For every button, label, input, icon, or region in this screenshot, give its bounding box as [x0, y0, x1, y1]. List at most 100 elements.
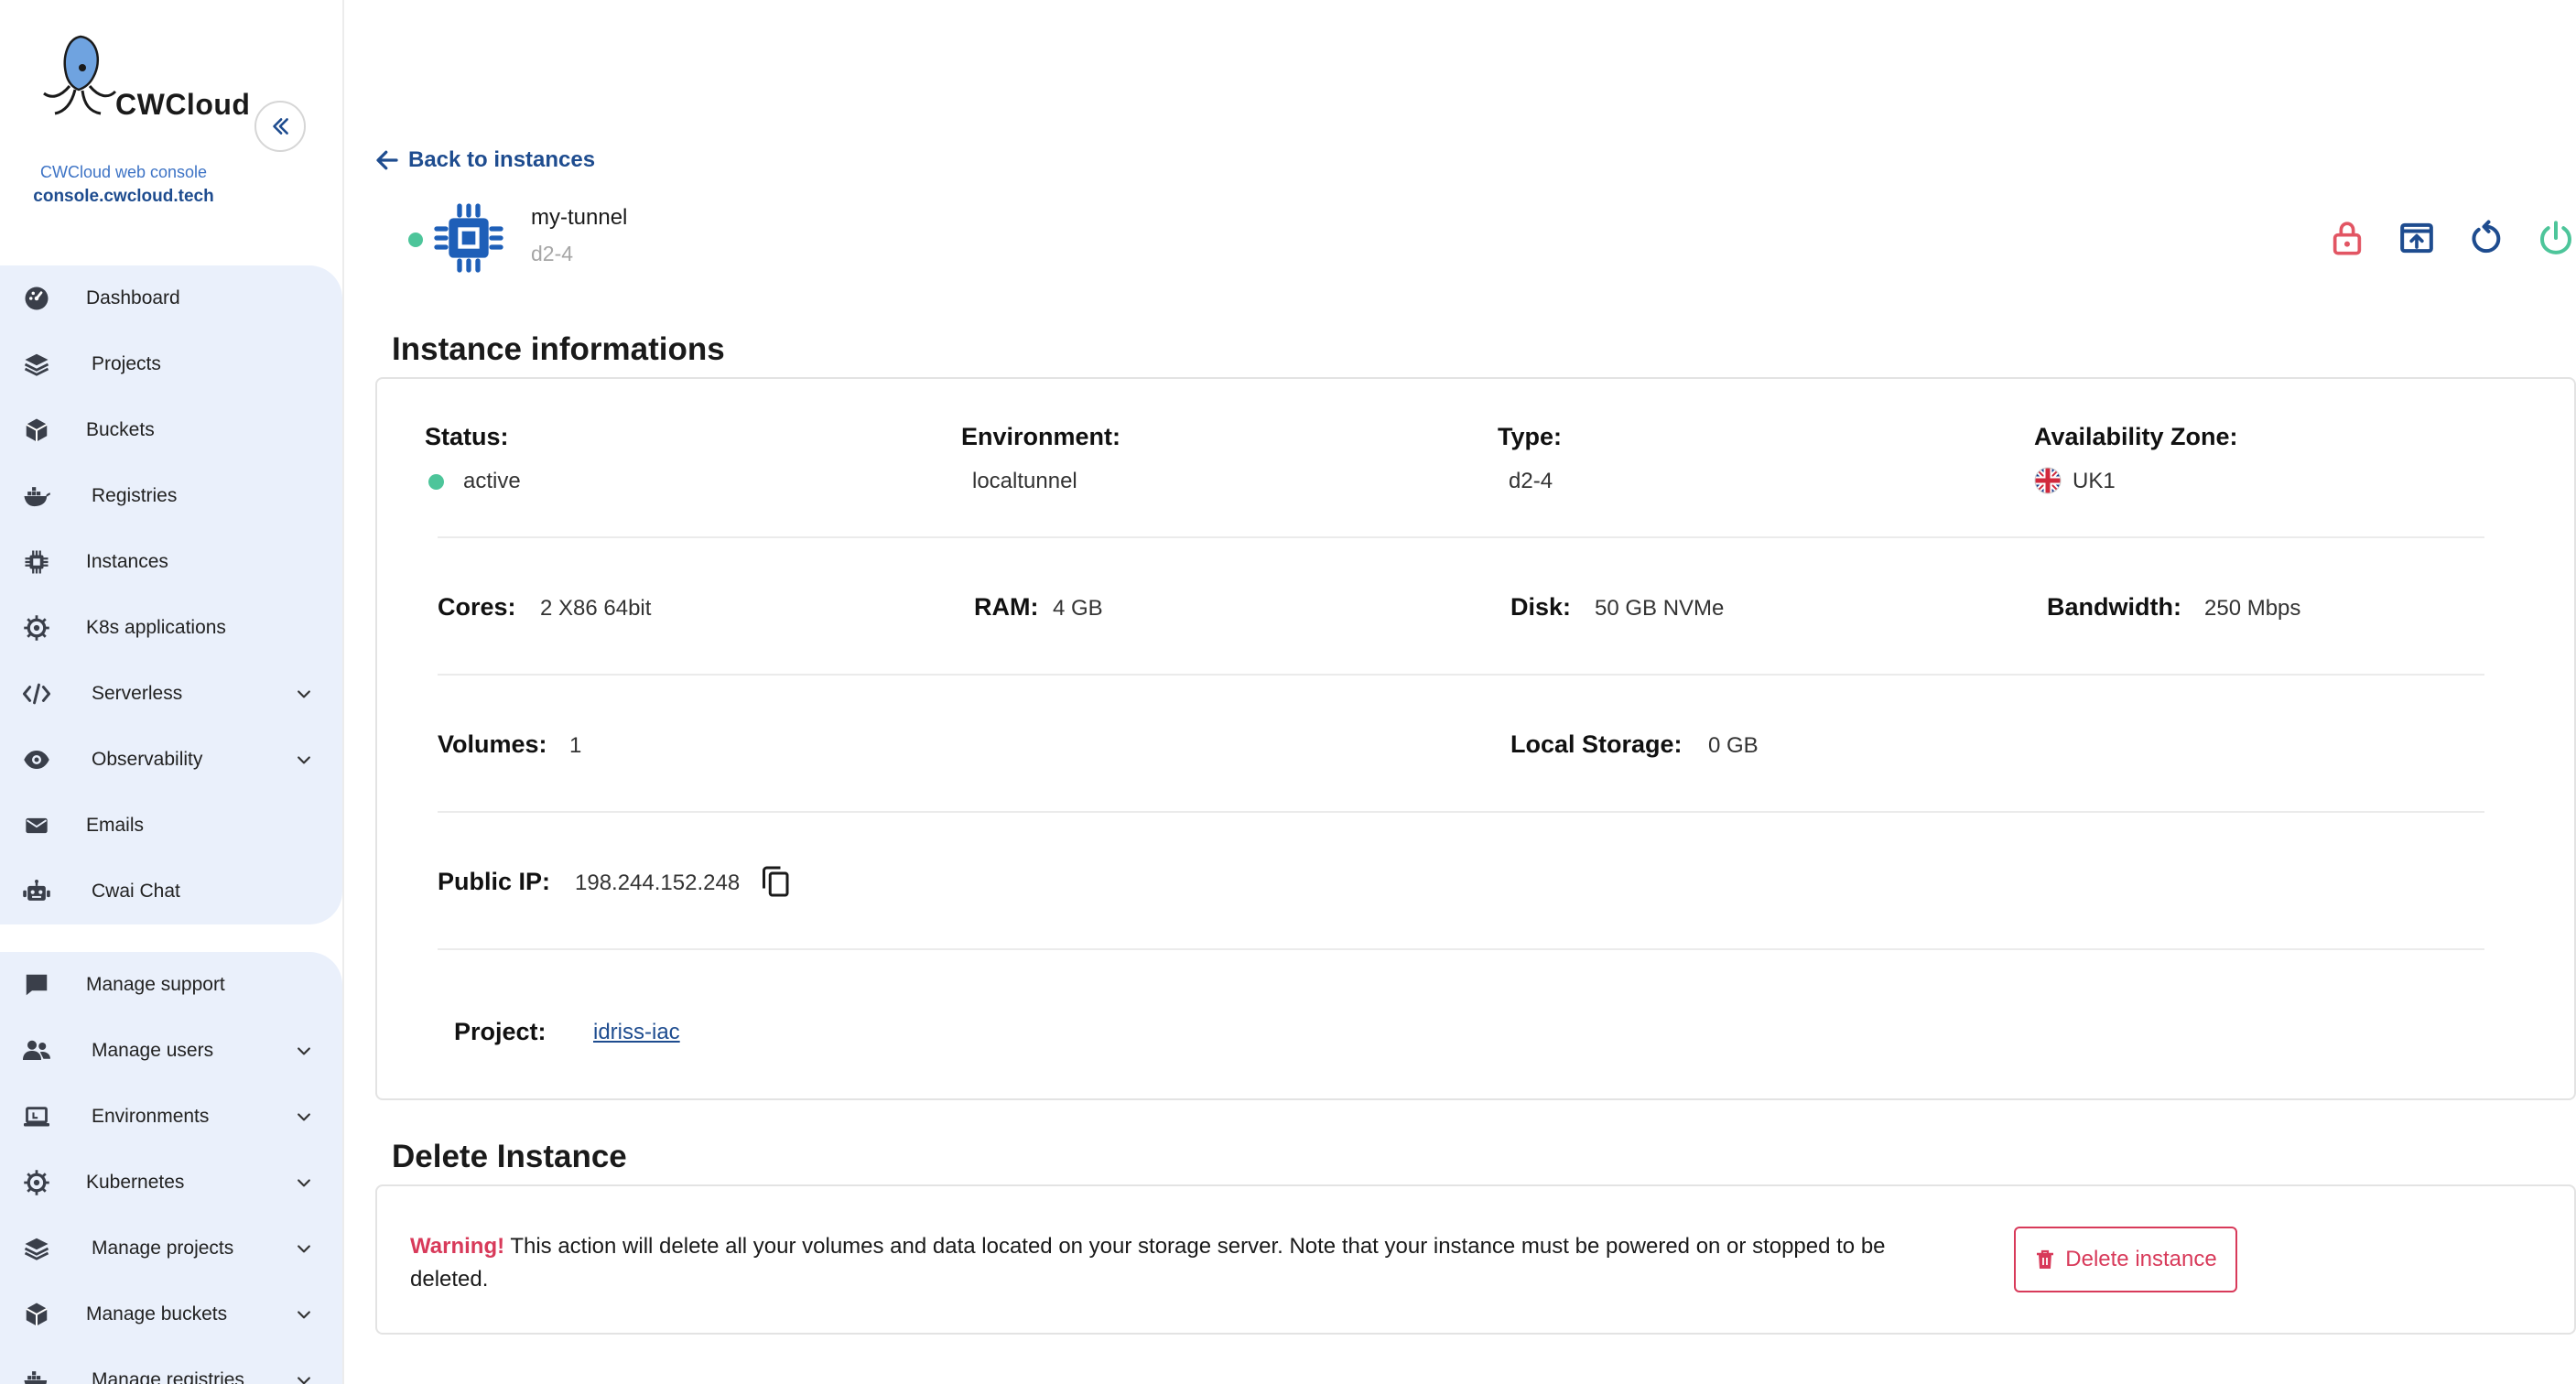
sidebar-item-label: Emails — [86, 815, 145, 836]
chevron-down-icon[interactable] — [293, 1369, 315, 1384]
sidebar-item-label: Cwai Chat — [92, 881, 180, 902]
box-icon — [20, 414, 53, 447]
sidebar-item-label: Serverless — [92, 683, 183, 704]
dashboard-icon — [20, 282, 53, 315]
collapse-sidebar-button[interactable] — [254, 101, 306, 152]
power-button[interactable] — [2536, 218, 2576, 258]
console-button[interactable] — [2397, 218, 2437, 258]
volumes-label: Volumes: — [438, 730, 547, 758]
sidebar-item-label: Manage projects — [92, 1238, 234, 1259]
sidebar-item-label: Buckets — [86, 419, 155, 440]
instance-info-title: Instance informations — [392, 331, 725, 367]
bandwidth-value: 250 Mbps — [2204, 596, 2301, 621]
sidebar-item-label: Manage buckets — [86, 1303, 228, 1325]
chevron-down-icon[interactable] — [293, 1040, 315, 1062]
chip-icon — [434, 203, 503, 273]
trash-icon — [2037, 1249, 2054, 1269]
active-status-dot — [428, 474, 444, 490]
copy-icon — [763, 866, 789, 897]
chevron-down-icon[interactable] — [293, 1303, 315, 1325]
instance-info-card: Status: active Environment: localtunnel … — [375, 377, 2576, 1100]
reboot-button[interactable] — [2466, 218, 2506, 258]
sidebar-item-registries[interactable]: Registries — [0, 463, 342, 529]
warning-prefix: Warning! — [410, 1234, 505, 1259]
docker-icon — [20, 1364, 53, 1384]
sidebar-item-manage-users[interactable]: Manage users — [0, 1018, 342, 1084]
layers-icon — [20, 348, 53, 381]
divider — [438, 674, 2484, 676]
main-content: Back to instances my-tunnel d2-4 Instanc… — [346, 0, 2576, 1384]
instance-name: my-tunnel — [531, 205, 628, 230]
cwcloud-logo[interactable]: CWCloud — [37, 33, 250, 124]
disk-label: Disk: — [1510, 593, 1572, 621]
delete-button-label: Delete instance — [2065, 1247, 2217, 1271]
sidebar-item-label: Manage support — [86, 974, 225, 995]
sidebar-item-kubernetes[interactable]: Kubernetes — [0, 1150, 342, 1216]
uk-flag-icon — [2034, 467, 2062, 494]
sidebar-item-emails[interactable]: Emails — [0, 793, 342, 859]
type-value: d2-4 — [1509, 469, 1553, 493]
copy-ip-button[interactable] — [760, 864, 793, 899]
layers-icon — [20, 1232, 53, 1265]
sidebar-item-instances[interactable]: Instances — [0, 529, 342, 595]
chevron-down-icon[interactable] — [293, 1172, 315, 1194]
squid-logo-icon — [43, 35, 117, 115]
sidebar-item-label: Manage users — [92, 1040, 214, 1061]
sidebar-item-dashboard[interactable]: Dashboard — [0, 265, 342, 331]
restart-icon — [2472, 220, 2501, 254]
delete-instance-card: Warning! This action will delete all you… — [375, 1184, 2576, 1335]
users-icon — [20, 1034, 53, 1067]
open-console-icon — [2400, 222, 2433, 254]
status-label: Status: — [425, 423, 509, 450]
sidebar-item-label: Dashboard — [86, 287, 180, 308]
lock-button[interactable] — [2327, 218, 2367, 258]
robot-icon — [20, 875, 53, 908]
chevron-down-icon[interactable] — [293, 749, 315, 771]
sidebar-item-buckets[interactable]: Buckets — [0, 397, 342, 463]
main-menu: Dashboard Projects Buckets Registries In… — [0, 265, 342, 924]
divider — [438, 948, 2484, 950]
chevron-down-icon[interactable] — [293, 1106, 315, 1128]
sidebar: CWCloud CWCloud web console console.cwcl… — [0, 0, 344, 1384]
power-icon — [2539, 221, 2572, 254]
console-url[interactable]: console.cwcloud.tech — [0, 187, 247, 207]
cores-value: 2 X86 64bit — [540, 596, 652, 621]
bandwidth-label: Bandwidth: — [2047, 593, 2181, 621]
volumes-value: 1 — [569, 733, 582, 758]
sidebar-item-observability[interactable]: Observability — [0, 727, 342, 793]
sidebar-item-manage-buckets[interactable]: Manage buckets — [0, 1281, 342, 1347]
sidebar-item-serverless[interactable]: Serverless — [0, 661, 342, 727]
instance-type: d2-4 — [531, 242, 574, 265]
sidebar-item-k8s-applications[interactable]: K8s applications — [0, 595, 342, 661]
lock-icon — [2332, 222, 2362, 255]
sidebar-item-label: Manage registries — [92, 1369, 244, 1384]
chevron-down-icon[interactable] — [293, 683, 315, 705]
chevron-down-icon[interactable] — [293, 1238, 315, 1260]
project-link[interactable]: idriss-iac — [593, 1020, 680, 1045]
sidebar-item-manage-support[interactable]: Manage support — [0, 952, 342, 1018]
delete-instance-button[interactable]: Delete instance — [2014, 1227, 2237, 1292]
sidebar-item-label: Registries — [92, 485, 178, 506]
chip-icon — [20, 546, 53, 578]
sidebar-item-environments[interactable]: Environments — [0, 1084, 342, 1150]
status-indicator — [408, 232, 423, 247]
availability-zone-label: Availability Zone: — [2034, 423, 2238, 450]
sidebar-item-cwai-chat[interactable]: Cwai Chat — [0, 859, 342, 924]
sidebar-item-label: Instances — [86, 551, 168, 572]
project-label: Project: — [454, 1018, 547, 1045]
envelope-icon — [20, 809, 53, 842]
box-icon — [20, 1298, 53, 1331]
disk-value: 50 GB NVMe — [1595, 596, 1725, 621]
environment-value: localtunnel — [972, 469, 1077, 493]
back-link-label: Back to instances — [408, 147, 596, 172]
local-storage-label: Local Storage: — [1510, 730, 1683, 758]
sidebar-item-manage-registries[interactable]: Manage registries — [0, 1347, 342, 1384]
availability-zone-value: UK1 — [2073, 469, 2116, 493]
back-to-instances-link[interactable]: Back to instances — [373, 146, 595, 174]
status-value: active — [463, 469, 521, 493]
local-storage-value: 0 GB — [1708, 733, 1759, 758]
chat-bubble-icon — [20, 968, 53, 1001]
type-label: Type: — [1498, 423, 1563, 450]
sidebar-item-manage-projects[interactable]: Manage projects — [0, 1216, 342, 1281]
sidebar-item-projects[interactable]: Projects — [0, 331, 342, 397]
